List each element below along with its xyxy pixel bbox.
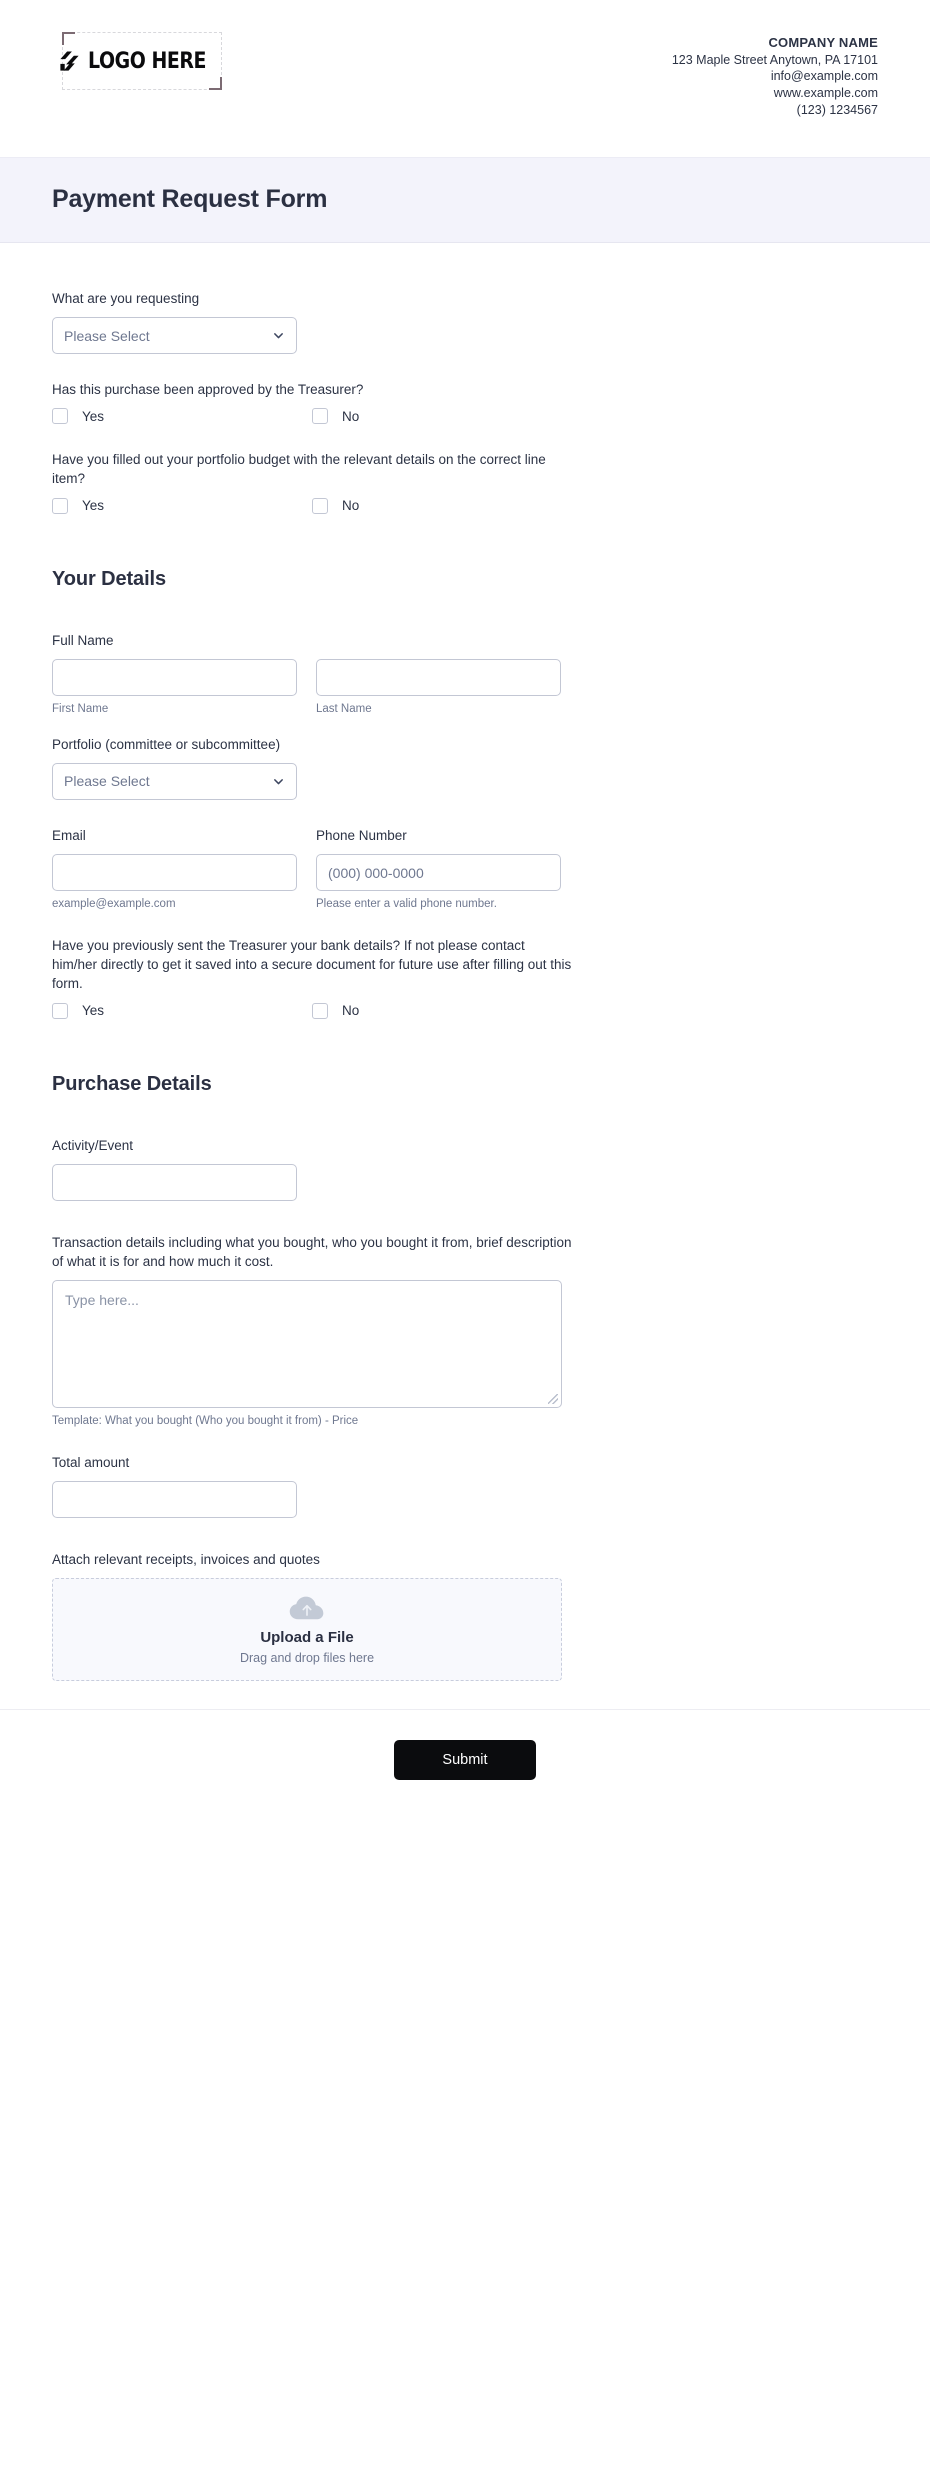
first-name-group: First Name	[52, 658, 297, 715]
checkbox-option-portfolio-budget-no[interactable]: No	[312, 497, 572, 514]
chevron-down-icon	[274, 779, 283, 785]
checkbox-option-approved-yes[interactable]: Yes	[52, 408, 312, 425]
portfolio-select[interactable]: Please Select	[52, 762, 297, 800]
field-transaction-details: Transaction details including what you b…	[52, 1233, 878, 1427]
label-full-name: Full Name	[52, 632, 114, 648]
total-amount-input[interactable]	[52, 1481, 297, 1519]
field-activity-event: Activity/Event	[52, 1136, 878, 1201]
checkbox-icon[interactable]	[52, 497, 68, 514]
field-bank-details: Have you previously sent the Treasurer y…	[52, 936, 878, 1019]
file-upload-dropzone[interactable]: Upload a File Drag and drop files here	[52, 1578, 562, 1682]
requesting-select[interactable]: Please Select	[52, 317, 297, 355]
email-input[interactable]	[52, 854, 297, 892]
label-total-amount: Total amount	[52, 1455, 130, 1471]
payment-request-form-page: LOGO HERE COMPANY NAME 123 Maple Street …	[0, 0, 930, 2465]
email-phone-row: Email example@example.com Phone Number (…	[52, 826, 878, 910]
activity-event-input[interactable]	[52, 1163, 297, 1201]
label-attachments: Attach relevant receipts, invoices and q…	[52, 1552, 320, 1568]
form-body: What are you requesting Please Select Ha…	[0, 243, 930, 1682]
company-website: www.example.com	[773, 86, 878, 101]
transaction-details-textarea[interactable]: Type here...	[52, 1280, 562, 1409]
checkbox-option-bank-details-no[interactable]: No	[312, 1002, 572, 1019]
company-phone: (123) 1234567	[796, 103, 878, 118]
field-attachments: Attach relevant receipts, invoices and q…	[52, 1550, 878, 1682]
checkbox-icon[interactable]	[312, 1002, 328, 1019]
letterhead: LOGO HERE COMPANY NAME 123 Maple Street …	[0, 0, 930, 157]
field-phone: Phone Number (000) 000-0000 Please enter…	[316, 826, 561, 910]
checkbox-icon[interactable]	[52, 1002, 68, 1019]
page-title: Payment Request Form	[52, 185, 328, 213]
checkbox-group-approved: Yes No	[52, 408, 878, 425]
label-portfolio: Portfolio (committee or subcommittee)	[52, 736, 281, 752]
label-phone: Phone Number	[316, 827, 407, 843]
checkbox-option-bank-details-yes[interactable]: Yes	[52, 1002, 312, 1019]
upload-subtitle: Drag and drop files here	[239, 1650, 375, 1665]
transaction-details-placeholder: Type here...	[65, 1292, 139, 1309]
label-approved-by-treasurer: Has this purchase been approved by the T…	[52, 382, 364, 398]
label-what-requesting: What are you requesting	[52, 291, 200, 306]
field-email: Email example@example.com	[52, 826, 297, 910]
field-approved-by-treasurer: Has this purchase been approved by the T…	[52, 380, 878, 425]
upload-title: Upload a File	[260, 1628, 354, 1646]
logo-placeholder-slot[interactable]: LOGO HERE	[60, 32, 222, 90]
checkbox-option-portfolio-budget-yes[interactable]: Yes	[52, 497, 312, 514]
label-email: Email	[52, 827, 86, 843]
label-portfolio-budget: Have you filled out your portfolio budge…	[52, 452, 546, 487]
checkbox-label-yes: Yes	[82, 1003, 105, 1019]
last-name-input[interactable]	[316, 658, 561, 696]
company-email: info@example.com	[770, 69, 878, 84]
checkbox-label-no: No	[342, 408, 360, 424]
checkbox-icon[interactable]	[52, 408, 68, 425]
checkbox-group-portfolio-budget: Yes No	[52, 497, 878, 514]
checkbox-label-no: No	[342, 498, 360, 514]
checkbox-icon[interactable]	[312, 408, 328, 425]
field-full-name: Full Name First Name Last Name	[52, 631, 878, 715]
phone-sublabel: Please enter a valid phone number.	[316, 898, 497, 911]
phone-input[interactable]: (000) 000-0000	[316, 854, 561, 892]
section-heading-your-details: Your Details	[52, 567, 167, 590]
portfolio-select-value: Please Select	[64, 773, 150, 790]
transaction-details-sublabel: Template: What you bought (Who you bough…	[52, 1415, 359, 1428]
field-portfolio-budget: Have you filled out your portfolio budge…	[52, 450, 878, 514]
company-address: 123 Maple Street Anytown, PA 17101	[671, 52, 878, 67]
first-name-input[interactable]	[52, 658, 297, 696]
checkbox-group-bank-details: Yes No	[52, 1002, 878, 1019]
checkbox-label-yes: Yes	[82, 498, 105, 514]
label-activity-event: Activity/Event	[52, 1137, 134, 1153]
form-footer: Submit	[0, 1709, 930, 1818]
logo-placeholder-text: LOGO HERE	[88, 48, 207, 74]
label-bank-details: Have you previously sent the Treasurer y…	[52, 938, 572, 992]
last-name-group: Last Name	[316, 658, 561, 715]
cloud-upload-icon	[289, 1596, 324, 1620]
field-portfolio: Portfolio (committee or subcommittee) Pl…	[52, 735, 878, 800]
checkbox-label-yes: Yes	[82, 408, 105, 424]
phone-placeholder: (000) 000-0000	[328, 864, 424, 881]
checkbox-label-no: No	[342, 1003, 360, 1019]
label-transaction-details: Transaction details including what you b…	[52, 1234, 572, 1269]
form-title-band: Payment Request Form	[0, 157, 930, 243]
chevron-down-icon	[274, 333, 283, 339]
email-sublabel: example@example.com	[52, 898, 176, 911]
company-name: COMPANY NAME	[768, 35, 878, 50]
resize-handle-icon[interactable]	[548, 1394, 558, 1405]
checkbox-option-approved-no[interactable]: No	[312, 408, 572, 425]
last-name-sublabel: Last Name	[316, 702, 372, 715]
submit-button[interactable]: Submit	[394, 1740, 536, 1781]
logo-inner: LOGO HERE	[58, 49, 225, 74]
checkbox-icon[interactable]	[312, 497, 328, 514]
field-total-amount: Total amount	[52, 1453, 878, 1519]
stacked-slashes-logo-icon	[60, 50, 79, 71]
full-name-row: First Name Last Name	[52, 658, 878, 715]
section-heading-purchase-details: Purchase Details	[52, 1072, 212, 1095]
requesting-select-value: Please Select	[64, 327, 150, 344]
first-name-sublabel: First Name	[52, 702, 109, 715]
field-what-requesting: What are you requesting Please Select	[52, 289, 878, 355]
company-info-block: COMPANY NAME 123 Maple Street Anytown, P…	[672, 24, 878, 119]
